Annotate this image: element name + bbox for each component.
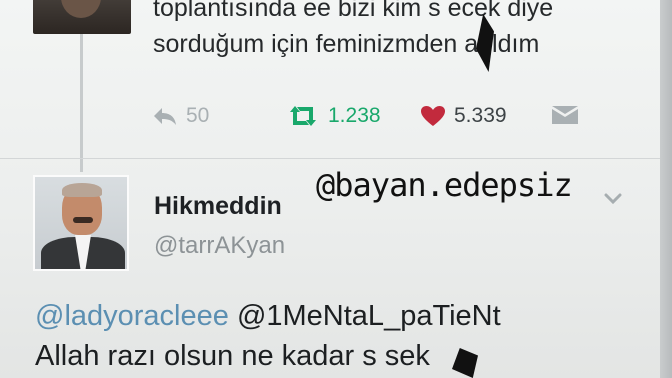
- chevron-down-icon: [604, 193, 622, 205]
- parent-tweet-line-3: sorduğum için feminizmden atıldım: [153, 30, 540, 58]
- parent-avatar[interactable]: [33, 0, 131, 34]
- message-action[interactable]: [550, 104, 580, 126]
- mention-link[interactable]: @1MeNtaL_paTieNt: [237, 300, 501, 332]
- display-name[interactable]: Hikmeddin: [154, 192, 282, 221]
- reply-action[interactable]: 50: [152, 104, 209, 128]
- mention-link[interactable]: @ladyoracleee: [35, 300, 229, 332]
- parent-tweet-text: toplantısında ee bizi kim s ecek diye so…: [153, 0, 633, 62]
- reply-avatar[interactable]: [33, 175, 129, 271]
- reply-icon: [154, 108, 176, 125]
- retweet-action[interactable]: 1.238: [286, 104, 381, 128]
- retweet-count: 1.238: [328, 104, 381, 127]
- tweet-screenshot: toplantısında ee bizi kim s ecek diye so…: [0, 0, 660, 378]
- heart-icon: [421, 106, 445, 126]
- screen-edge: [660, 0, 672, 378]
- tweet-menu-button[interactable]: [596, 184, 630, 214]
- parent-tweet-line-2: toplantısında ee bizi kim s ecek diye: [153, 0, 554, 22]
- user-handle[interactable]: @tarrAKyan: [154, 232, 285, 260]
- tweet-divider: [0, 158, 660, 159]
- censor-blot-bottom: [452, 348, 478, 378]
- avatar-moustache: [73, 217, 93, 223]
- reply-mentions: @ladyoracleee @1MeNtaL_paTieNt: [35, 300, 501, 333]
- avatar-hair: [62, 183, 102, 197]
- like-action[interactable]: 5.339: [420, 104, 507, 128]
- watermark: @bayan.edepsiz: [316, 166, 573, 204]
- retweet-icon: [290, 106, 316, 126]
- thread-connector: [80, 34, 83, 172]
- parent-avatar-face: [61, 0, 101, 18]
- reply-tweet-text: Allah razı olsun ne kadar s sek: [35, 340, 430, 372]
- parent-tweet-actions: 50 1.238 5.339: [152, 104, 632, 138]
- like-count: 5.339: [454, 104, 507, 127]
- reply-count: 50: [186, 104, 210, 127]
- message-icon: [552, 106, 578, 124]
